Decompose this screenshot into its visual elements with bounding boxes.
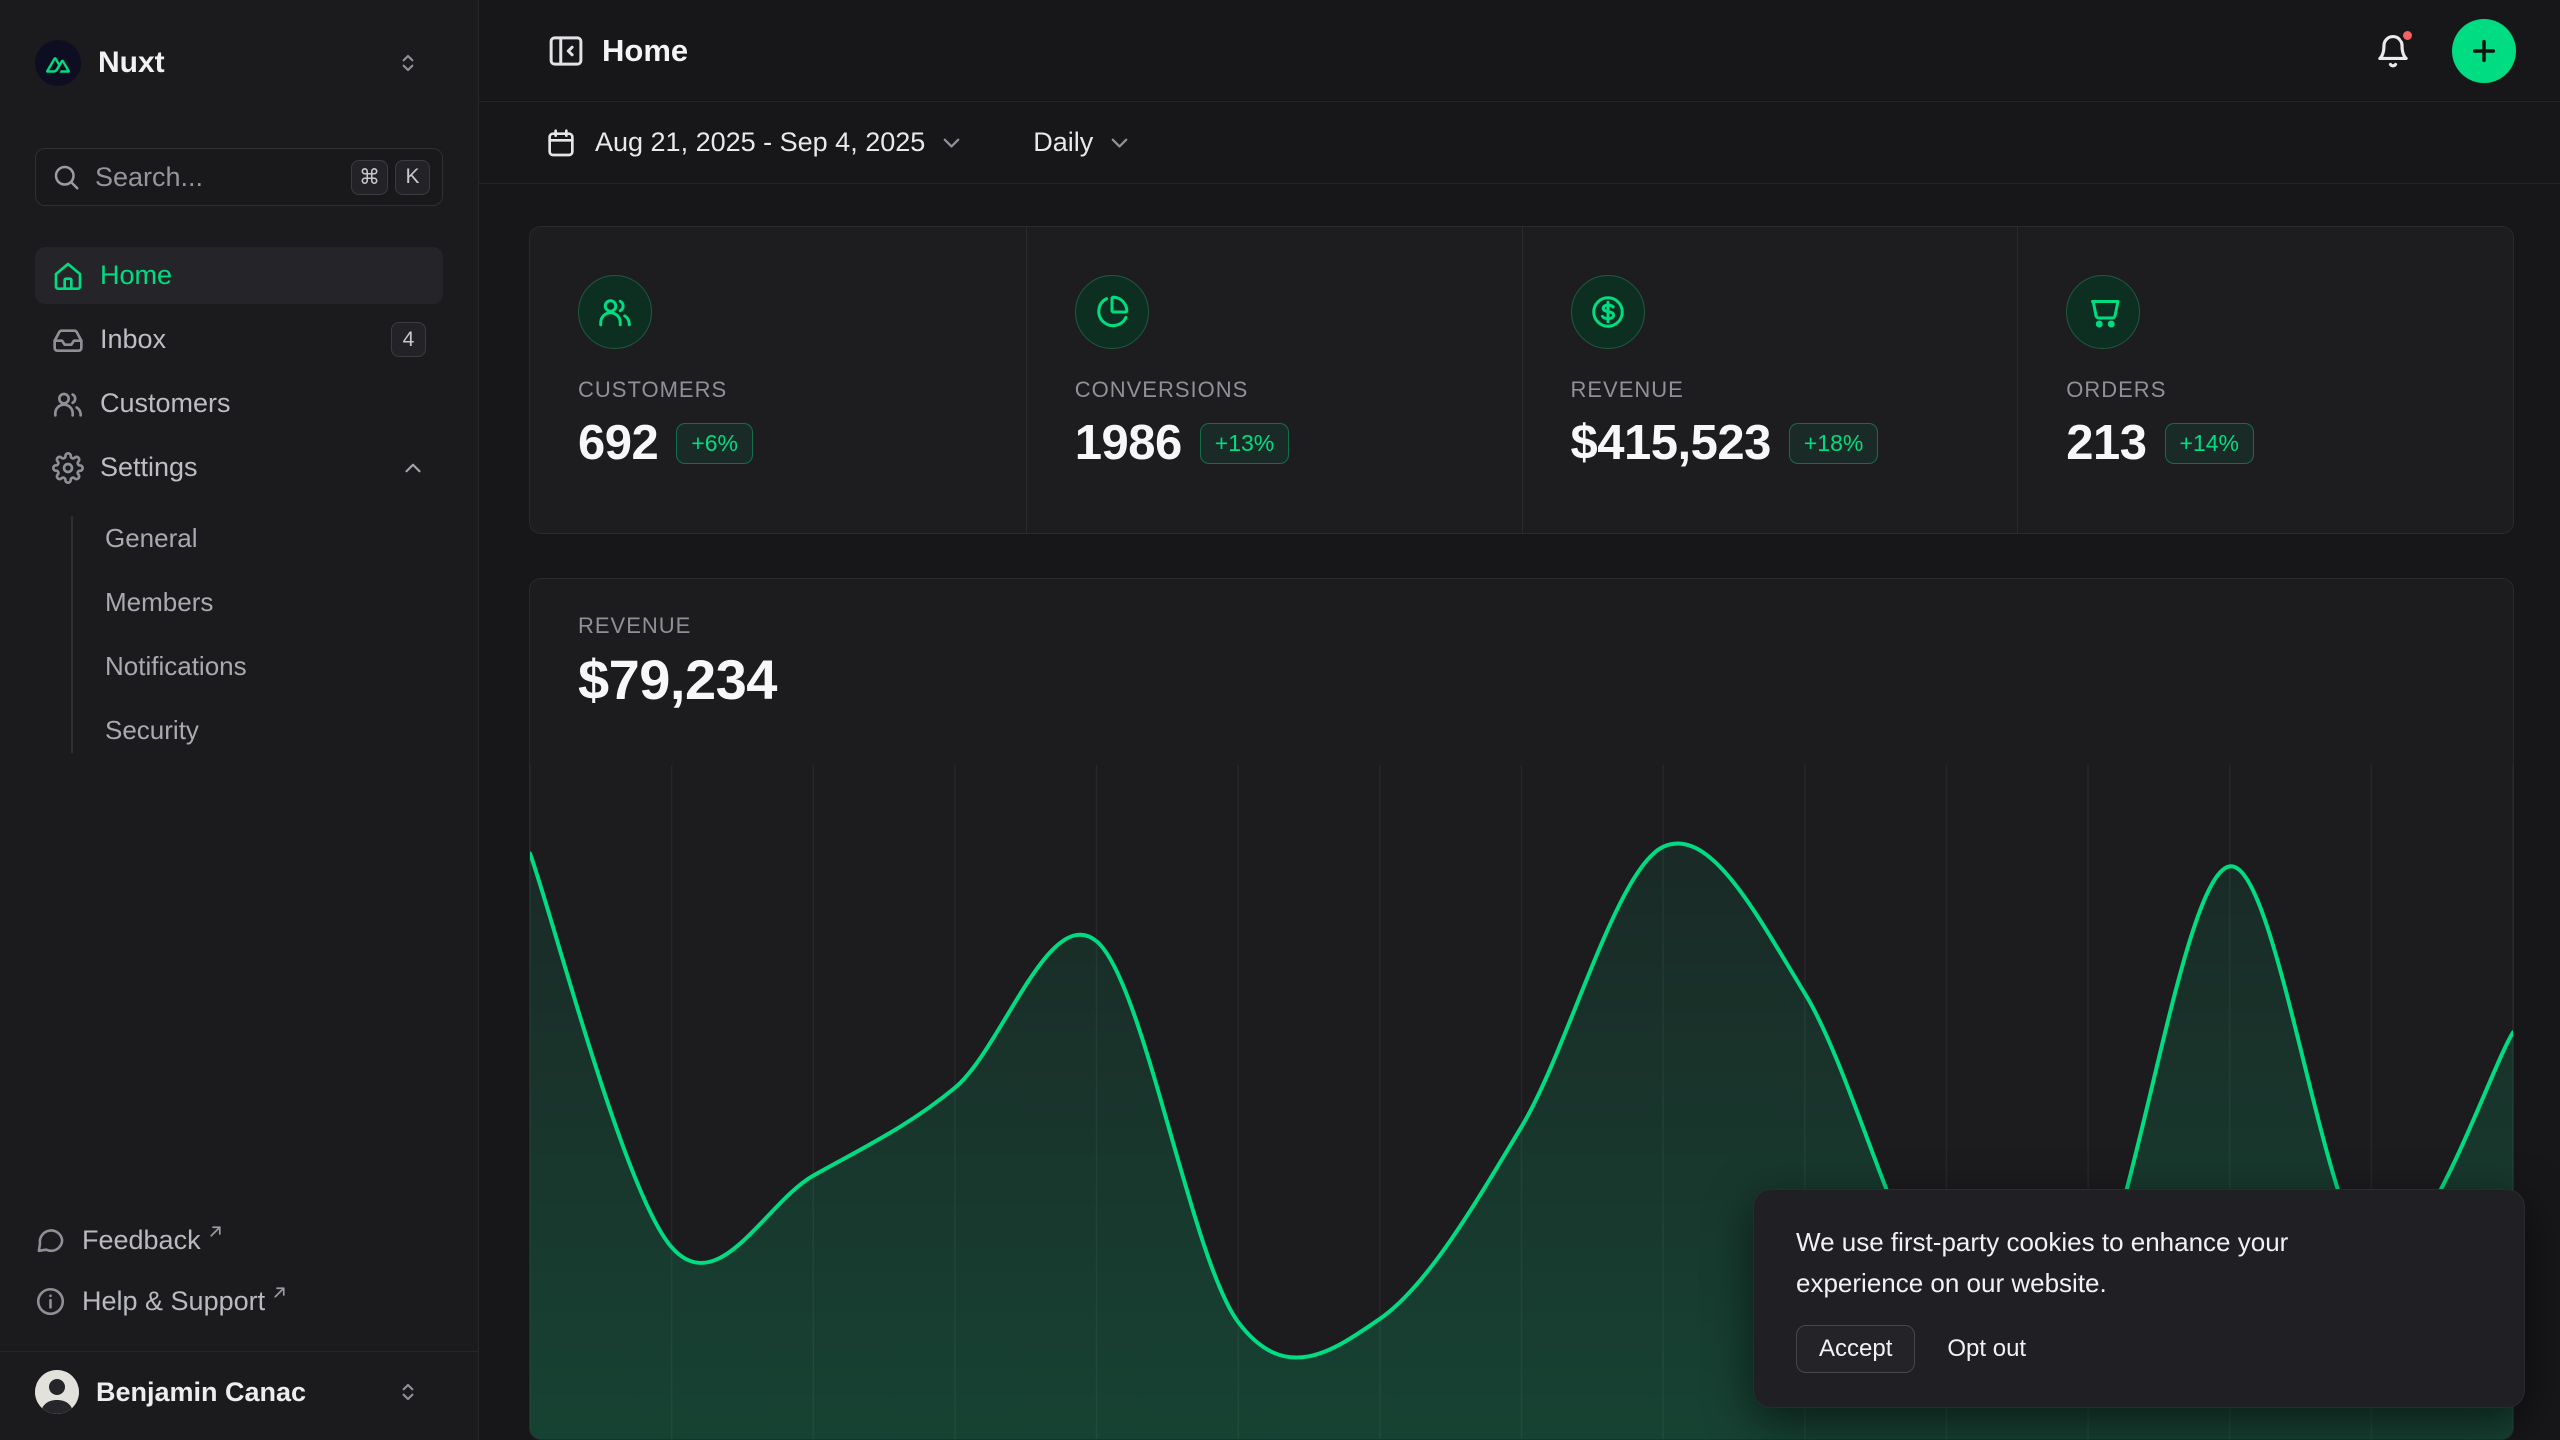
collapse-sidebar-button[interactable] [545,30,587,72]
sidebar-item-members[interactable]: Members [35,574,443,631]
sidebar-footer-links: Feedback Help & Support [35,1213,443,1333]
chevron-down-icon [1106,129,1133,156]
cookie-message: We use first-party cookies to enhance yo… [1796,1222,2406,1303]
sidebar-item-inbox[interactable]: Inbox 4 [35,311,443,368]
cart-icon [2085,294,2121,330]
sidebar-item-security[interactable]: Security [35,702,443,759]
inbox-icon [52,324,84,356]
chevron-up-down-icon [395,1379,421,1405]
chevron-up-icon [400,455,426,481]
stat-revenue[interactable]: REVENUE $415,523 +18% [1522,227,2018,533]
chevron-down-icon [938,129,965,156]
stat-value: 1986 [1075,415,1182,471]
stat-delta-badge: +6% [676,423,753,464]
sidebar-subitem-label: Notifications [105,651,247,682]
sidebar-item-general[interactable]: General [35,510,443,567]
sidebar-item-label: Customers [100,388,231,419]
sidebar-subitem-label: Members [105,587,213,618]
date-range-value: Aug 21, 2025 - Sep 4, 2025 [595,127,925,158]
stat-label: REVENUE [1571,377,1970,403]
nuxt-logo-icon [35,40,81,86]
plus-icon [2468,35,2500,67]
sidebar-item-label: Settings [100,452,198,483]
stat-conversions[interactable]: CONVERSIONS 1986 +13% [1026,227,1522,533]
feedback-label: Feedback [82,1225,201,1256]
revenue-chart-label: REVENUE [578,613,2465,639]
settings-submenu: General Members Notifications Security [35,510,443,759]
info-circle-icon [35,1286,66,1317]
calendar-icon [545,127,577,159]
stat-value: 692 [578,415,658,471]
accept-cookies-button[interactable]: Accept [1796,1325,1915,1373]
search-input[interactable]: Search... ⌘ K [35,148,443,206]
workspace-switcher[interactable]: Nuxt [35,40,443,86]
users-icon [52,388,84,420]
kbd-cmd: ⌘ [351,160,388,195]
stat-label: ORDERS [2066,377,2465,403]
avatar [35,1370,79,1414]
stat-value: $415,523 [1571,415,1771,471]
page-title: Home [602,33,688,69]
external-link-icon [207,1223,224,1240]
cookie-banner: We use first-party cookies to enhance yo… [1753,1189,2525,1408]
date-range-picker[interactable]: Aug 21, 2025 - Sep 4, 2025 [545,127,965,159]
sidebar-item-notifications[interactable]: Notifications [35,638,443,695]
notifications-button[interactable] [2374,32,2412,70]
search-placeholder: Search... [95,162,203,193]
workspace-name: Nuxt [98,46,165,80]
search-icon [51,162,81,192]
sidebar: Nuxt Search... ⌘ K Home Inbox 4 [0,0,479,1440]
sidebar-item-settings[interactable]: Settings [35,439,443,496]
help-support-link[interactable]: Help & Support [35,1274,443,1329]
chart-pie-icon [1094,294,1130,330]
add-button[interactable] [2452,19,2516,83]
gear-icon [52,452,84,484]
help-support-label: Help & Support [82,1286,265,1317]
inbox-count-badge: 4 [391,322,426,357]
sidebar-item-customers[interactable]: Customers [35,375,443,432]
granularity-select[interactable]: Daily [1033,127,1133,158]
sidebar-item-label: Inbox [100,324,166,355]
revenue-chart-value: $79,234 [578,647,2465,712]
notification-dot [2400,28,2415,43]
feedback-link[interactable]: Feedback [35,1213,443,1268]
home-icon [52,260,84,292]
stat-value: 213 [2066,415,2146,471]
page-header: Home [479,0,2560,102]
sidebar-item-label: Home [100,260,172,291]
kbd-k: K [395,160,430,195]
stat-label: CUSTOMERS [578,377,978,403]
users-icon [597,294,633,330]
stats-card: CUSTOMERS 692 +6% CONVERSIONS 1986 +13% … [529,226,2514,534]
circle-dollar-icon [1590,294,1626,330]
sidebar-nav: Home Inbox 4 Customers Settings Ge [35,247,443,759]
stat-delta-badge: +14% [2165,423,2254,464]
sidebar-subitem-label: Security [105,715,199,746]
sidebar-subitem-label: General [105,523,198,554]
stat-label: CONVERSIONS [1075,377,1474,403]
stat-orders[interactable]: ORDERS 213 +14% [2017,227,2513,533]
user-menu[interactable]: Benjamin Canac [35,1352,443,1440]
stat-delta-badge: +18% [1789,423,1878,464]
stat-customers[interactable]: CUSTOMERS 692 +6% [530,227,1026,533]
chevron-up-down-icon [395,50,421,76]
message-circle-icon [35,1225,66,1256]
stat-delta-badge: +13% [1200,423,1289,464]
optout-cookies-button[interactable]: Opt out [1947,1335,2026,1363]
user-name: Benjamin Canac [96,1377,306,1408]
filters-toolbar: Aug 21, 2025 - Sep 4, 2025 Daily [479,102,2560,184]
granularity-value: Daily [1033,127,1093,158]
sidebar-item-home[interactable]: Home [35,247,443,304]
external-link-icon [271,1284,288,1301]
